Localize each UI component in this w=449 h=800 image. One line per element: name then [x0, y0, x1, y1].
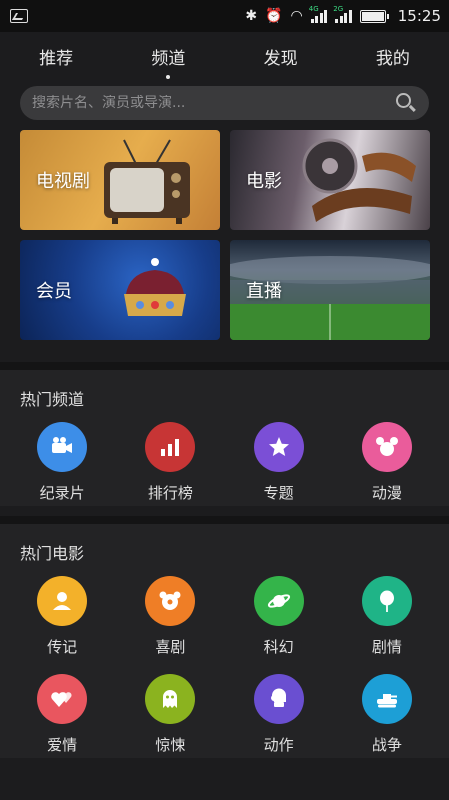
category-grid: 电视剧 电影 会员 直播 — [0, 120, 449, 340]
hearts-icon — [37, 674, 88, 724]
tile-label: 直播 — [246, 281, 282, 302]
icon-label: 喜剧 — [155, 638, 186, 656]
tab-discover[interactable]: 发现 — [254, 38, 308, 75]
icon-label: 剧情 — [371, 638, 402, 656]
bluetooth-icon: ✱ — [245, 8, 258, 24]
clock: 15:25 — [397, 7, 441, 25]
signal-4g-icon: 4G — [309, 5, 328, 23]
genre-romance[interactable]: 爱情 — [12, 662, 112, 754]
icon-label: 爱情 — [47, 736, 78, 754]
tile-label: 电视剧 — [36, 171, 90, 192]
battery-icon — [359, 9, 389, 23]
icon-label: 战争 — [371, 736, 402, 754]
search-bar — [20, 86, 429, 120]
alarm-icon: ⏰ — [265, 8, 283, 24]
film-reel-icon — [302, 138, 416, 222]
icon-label: 专题 — [263, 484, 294, 502]
tile-label: 会员 — [36, 281, 72, 302]
clown-icon — [145, 576, 196, 626]
top-nav: 推荐 频道 发现 我的 — [0, 32, 449, 80]
icon-label: 科幻 — [263, 638, 294, 656]
genre-drama[interactable]: 剧情 — [337, 564, 437, 656]
tile-movies[interactable]: 电影 — [230, 130, 430, 230]
channel-anime[interactable]: 动漫 — [337, 410, 437, 502]
icon-label: 排行榜 — [147, 484, 193, 502]
image-notification-icon — [10, 9, 28, 23]
crown-icon — [124, 258, 186, 316]
television-icon — [104, 139, 190, 224]
balloon-icon — [361, 576, 412, 626]
tile-vip[interactable]: 会员 — [20, 240, 220, 340]
section-title: 热门电影 — [20, 544, 85, 563]
wifi-icon: ◠ — [290, 8, 303, 24]
tab-channels[interactable]: 频道 — [141, 38, 195, 75]
channel-ranking[interactable]: 排行榜 — [120, 410, 220, 502]
tab-mine[interactable]: 我的 — [366, 38, 420, 75]
genre-biography[interactable]: 传记 — [12, 564, 112, 656]
star-icon — [253, 422, 304, 472]
bar-chart-icon — [145, 422, 196, 472]
tank-icon — [361, 674, 412, 724]
boxing-glove-icon — [253, 674, 304, 724]
icon-label: 传记 — [47, 638, 78, 656]
channel-topics[interactable]: 专题 — [229, 410, 329, 502]
search-icon[interactable] — [395, 92, 417, 114]
genre-thriller[interactable]: 惊悚 — [120, 662, 220, 754]
tab-recommend[interactable]: 推荐 — [29, 38, 83, 75]
hot-channels-section: 热门频道 纪录片 排行榜 专题 动漫 — [0, 362, 449, 506]
hot-movies-section: 热门电影 传记 喜剧 科幻 剧情 爱情 惊悚 动作 战争 — [0, 516, 449, 758]
ghost-icon — [145, 674, 196, 724]
mickey-icon — [361, 422, 412, 472]
channel-documentary[interactable]: 纪录片 — [12, 410, 112, 502]
icon-label: 惊悚 — [155, 736, 186, 754]
video-camera-icon — [37, 422, 88, 472]
icon-label: 纪录片 — [39, 484, 85, 502]
genre-scifi[interactable]: 科幻 — [229, 564, 329, 656]
person-icon — [37, 576, 88, 626]
genre-comedy[interactable]: 喜剧 — [120, 564, 220, 656]
planet-icon — [253, 576, 304, 626]
section-title: 热门频道 — [20, 390, 85, 409]
signal-2g-icon: 2G — [333, 5, 352, 23]
tile-tv-series[interactable]: 电视剧 — [20, 130, 220, 230]
status-bar: ✱ ⏰ ◠ 4G 2G 15:25 — [0, 0, 449, 32]
genre-war[interactable]: 战争 — [337, 662, 437, 754]
tile-live[interactable]: 直播 — [230, 240, 430, 340]
tile-label: 电影 — [246, 171, 282, 192]
search-input[interactable] — [32, 95, 395, 111]
genre-action[interactable]: 动作 — [229, 662, 329, 754]
icon-label: 动作 — [263, 736, 294, 754]
icon-label: 动漫 — [371, 484, 402, 502]
